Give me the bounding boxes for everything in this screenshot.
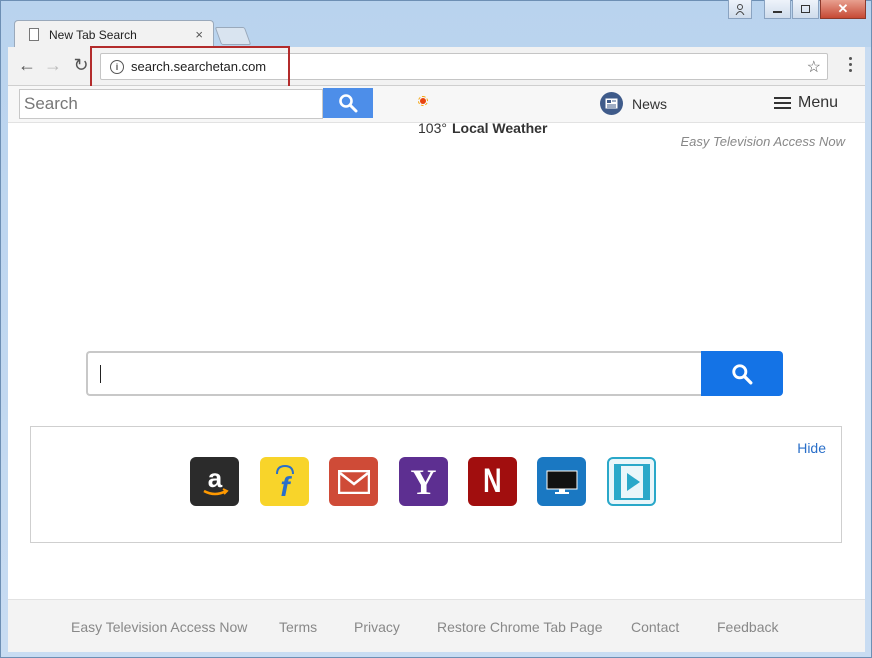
weather-widget[interactable]: 103° Local Weather xyxy=(418,120,547,136)
person-icon xyxy=(735,3,745,15)
bookmark-star-icon[interactable]: ☆ xyxy=(807,57,821,77)
tv-tile[interactable] xyxy=(537,457,586,506)
flipkart-icon: f xyxy=(275,464,294,502)
newspaper-icon xyxy=(600,92,623,115)
gmail-tile[interactable] xyxy=(329,457,378,506)
browser-menu-icon[interactable] xyxy=(849,57,853,75)
svg-text:a: a xyxy=(207,464,222,493)
mail-icon xyxy=(337,469,370,494)
back-arrow-icon[interactable]: ← xyxy=(16,55,38,76)
browser-tab[interactable]: New Tab Search × xyxy=(14,20,214,48)
menu-label: Menu xyxy=(798,94,839,111)
footer-link-restore[interactable]: Restore Chrome Tab Page xyxy=(437,619,603,635)
yahoo-tile[interactable]: Y xyxy=(399,457,448,506)
hamburger-icon xyxy=(774,94,791,112)
page-content: News Menu 103°Local Weather Easy Televis… xyxy=(8,86,865,652)
tagline: Easy Television Access Now xyxy=(680,134,846,149)
footer-link-feedback[interactable]: Feedback xyxy=(717,619,778,635)
tab-close-icon[interactable]: × xyxy=(195,27,203,42)
video-play-icon xyxy=(613,463,650,500)
search-icon xyxy=(339,94,358,113)
url-highlight-box xyxy=(90,46,290,90)
yahoo-icon: Y xyxy=(410,461,437,502)
weather-label: Local Weather xyxy=(451,120,548,136)
video-tile[interactable] xyxy=(607,457,656,506)
svg-text:f: f xyxy=(280,471,292,502)
minimize-button[interactable] xyxy=(764,0,791,19)
window-border-right xyxy=(865,47,871,657)
text-caret xyxy=(100,365,101,383)
tab-title: New Tab Search xyxy=(49,27,137,42)
weather-temp: 103° xyxy=(418,120,447,136)
amazon-tile[interactable]: a xyxy=(190,457,239,506)
close-window-button[interactable]: ✕ xyxy=(820,0,866,19)
top-search-button[interactable] xyxy=(323,88,373,118)
window-controls: ✕ xyxy=(728,0,866,19)
menu-button[interactable]: Menu xyxy=(774,94,838,112)
close-icon: ✕ xyxy=(837,1,849,16)
footer-link-contact[interactable]: Contact xyxy=(631,619,679,635)
page-icon xyxy=(29,28,39,41)
news-link[interactable]: News xyxy=(600,92,667,115)
flipkart-tile[interactable]: f xyxy=(260,457,309,506)
top-search-input[interactable] xyxy=(19,89,323,119)
main-search-input[interactable] xyxy=(86,351,701,396)
footer-link-privacy[interactable]: Privacy xyxy=(354,619,400,635)
restore-button[interactable] xyxy=(792,0,819,19)
netflix-tile[interactable]: N xyxy=(468,457,517,506)
amazon-icon: a xyxy=(202,464,229,495)
monitor-icon xyxy=(546,470,577,494)
profile-button[interactable] xyxy=(728,0,752,19)
netflix-icon: N xyxy=(483,462,502,500)
search-topbar: News Menu xyxy=(8,86,865,123)
shortcut-tiles-panel: Hide a f Y N xyxy=(30,426,842,543)
footer: Easy Television Access Now Terms Privacy… xyxy=(8,599,865,652)
footer-link-terms[interactable]: Terms xyxy=(279,619,317,635)
new-tab-button[interactable] xyxy=(214,27,252,45)
footer-link-brand[interactable]: Easy Television Access Now xyxy=(71,619,247,635)
news-label: News xyxy=(632,95,668,112)
weather-sun-icon xyxy=(418,96,428,106)
search-icon xyxy=(732,363,753,384)
forward-arrow-icon[interactable]: → xyxy=(42,55,64,76)
reload-icon[interactable]: ↻ xyxy=(70,55,92,76)
hide-tiles-link[interactable]: Hide xyxy=(797,440,826,456)
main-search-button[interactable] xyxy=(701,351,783,396)
